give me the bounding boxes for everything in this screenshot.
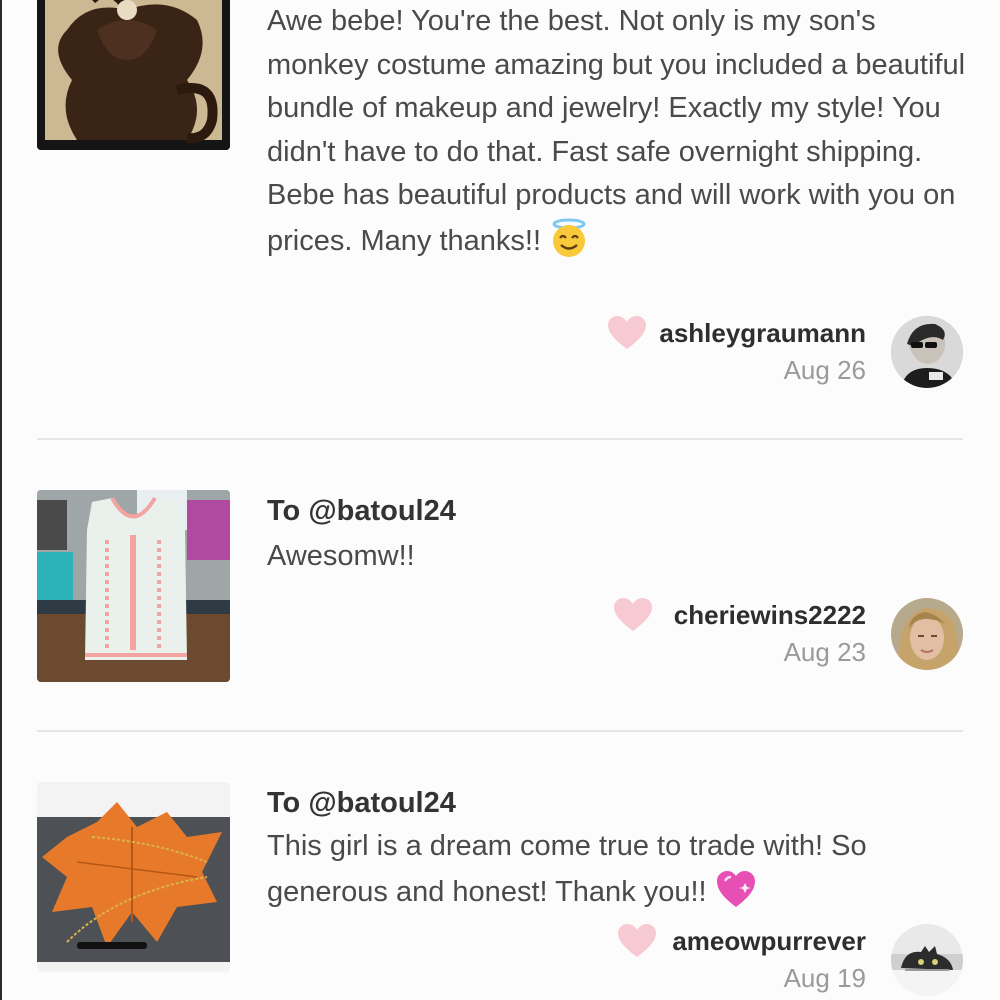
leaf-bracelet-image bbox=[37, 782, 230, 972]
review-body: Awesomw!! bbox=[267, 540, 415, 572]
review-thumbnail[interactable] bbox=[37, 490, 230, 682]
review-thumbnail[interactable] bbox=[37, 782, 230, 972]
review-meta: cheriewins2222 Aug 23 bbox=[674, 598, 866, 672]
monkey-costume-image bbox=[37, 0, 230, 150]
reviewer-avatar[interactable] bbox=[891, 316, 963, 388]
review-divider bbox=[37, 730, 963, 732]
reviewer-avatar[interactable] bbox=[891, 598, 963, 670]
to-prefix: To bbox=[267, 495, 301, 527]
embroidered-top-image bbox=[37, 490, 230, 682]
reviewer-avatar[interactable] bbox=[891, 924, 963, 996]
review-recipient: To @batoul24 bbox=[267, 491, 456, 531]
sparkling-heart-icon bbox=[715, 869, 757, 923]
heart-icon[interactable] bbox=[608, 316, 646, 350]
review-meta: ashleygraumann Aug 26 bbox=[659, 316, 866, 390]
to-prefix: To bbox=[267, 787, 301, 819]
heart-icon[interactable] bbox=[614, 598, 652, 632]
recipient-handle[interactable]: @batoul24 bbox=[308, 495, 456, 527]
review-date: Aug 26 bbox=[783, 355, 866, 385]
reviewer-username[interactable]: cheriewins2222 bbox=[674, 598, 866, 632]
review-text: Awe bebe! You're the best. Not only is m… bbox=[267, 0, 967, 271]
reviewer-username[interactable]: ameowpurrever bbox=[672, 924, 866, 958]
smiling-face-with-halo-icon bbox=[549, 218, 589, 272]
review-date: Aug 19 bbox=[783, 963, 866, 993]
review-date: Aug 23 bbox=[783, 637, 866, 667]
review-thumbnail[interactable] bbox=[37, 0, 230, 150]
review-divider bbox=[37, 438, 963, 440]
review-recipient: To @batoul24 bbox=[267, 783, 456, 823]
heart-icon[interactable] bbox=[618, 924, 656, 958]
review-body: Awe bebe! You're the best. Not only is m… bbox=[267, 5, 966, 257]
review-text: Awesomw!! bbox=[267, 535, 967, 579]
recipient-handle[interactable]: @batoul24 bbox=[308, 787, 456, 819]
reviewer-username[interactable]: ashleygraumann bbox=[659, 316, 866, 350]
review-body: This girl is a dream come true to trade … bbox=[267, 830, 867, 908]
review-text: This girl is a dream come true to trade … bbox=[267, 825, 967, 922]
review-meta: ameowpurrever Aug 19 bbox=[672, 924, 866, 998]
left-edge-rule bbox=[0, 0, 2, 1000]
